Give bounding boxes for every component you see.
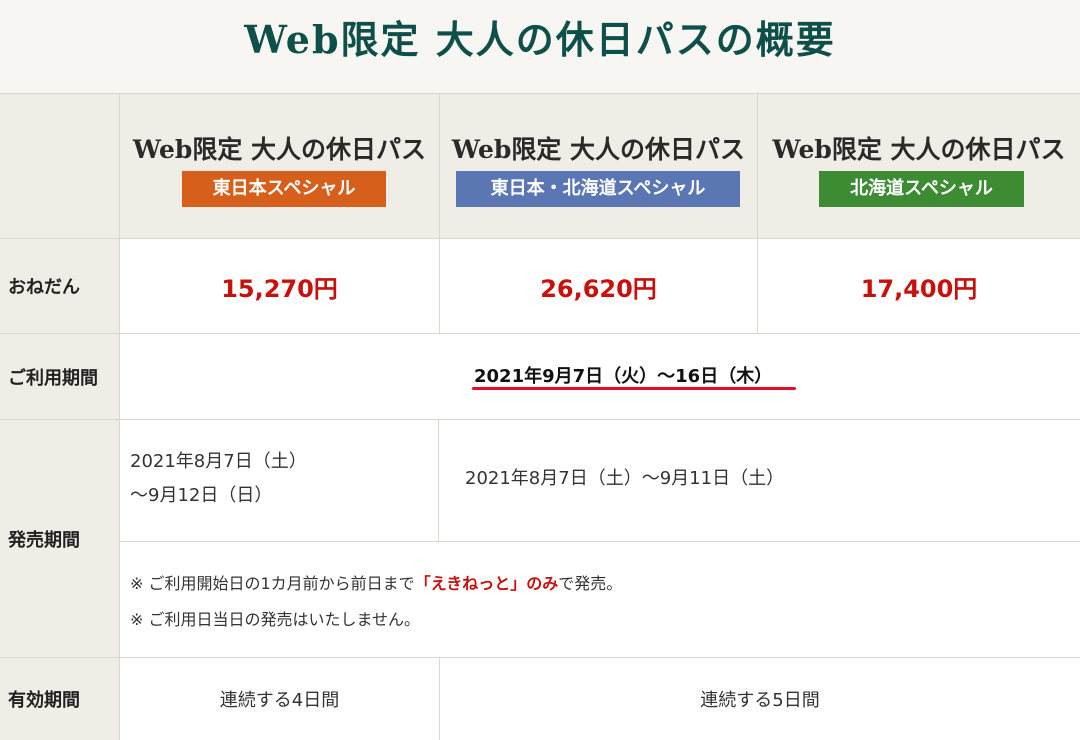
plan-name: Web限定 大人の休日パス xyxy=(451,135,746,164)
sales-period-others: 2021年8月7日（土）～9月11日（土） xyxy=(465,468,785,489)
row-head-usage-period: ご利用期間 xyxy=(0,334,120,420)
page-title: Web限定 大人の休日パスの概要 xyxy=(244,17,836,62)
plan-header-hokkaido: Web限定 大人の休日パス xyxy=(758,93,1080,239)
row-head-valid-period: 有効期間 xyxy=(0,658,120,740)
badge-hokkaido-special: 北海道スペシャル xyxy=(819,171,1024,207)
plan-header-east: Web限定 大人の休日パス xyxy=(120,93,440,239)
note-suffix: で発売。 xyxy=(558,574,623,593)
row-head-sales-period: 発売期間 xyxy=(0,420,120,658)
usage-period-underline xyxy=(472,387,796,390)
valid-period-east: 連続する4日間 xyxy=(120,658,440,740)
badge-east-special: 東日本スペシャル xyxy=(182,171,386,207)
price-east-hokkaido: 26,620円 xyxy=(440,239,758,334)
usage-period-value: 2021年9月7日（火）～16日（木） xyxy=(474,366,773,387)
plan-name: Web限定 大人の休日パス xyxy=(132,135,427,164)
price-east: 15,270円 xyxy=(120,239,440,334)
price-hokkaido: 17,400円 xyxy=(758,239,1080,334)
table-corner xyxy=(0,93,120,239)
plan-name: Web限定 大人の休日パス xyxy=(772,135,1066,164)
sales-notes-cell xyxy=(120,542,1080,658)
note-prefix: ※ ご利用開始日の1カ月前から前日まで xyxy=(130,574,415,593)
row-head-price: おねだん xyxy=(0,239,120,334)
title-bar: Web限定 大人の休日パスの概要 xyxy=(0,0,1080,93)
badge-east-hokkaido-special: 東日本・北海道スペシャル xyxy=(456,171,740,207)
eki-net-highlight: 「えきねっと」のみ xyxy=(414,574,559,593)
sales-period-east-line1: 2021年8月7日（土） xyxy=(130,451,307,472)
plan-header-east-hokkaido: Web限定 大人の休日パス xyxy=(440,93,758,239)
sales-note-2: ※ ご利用日当日の発売はいたしません。 xyxy=(130,610,421,629)
sales-note-1: ※ ご利用開始日の1カ月前から前日まで「えきねっと」のみで発売。 xyxy=(130,570,622,594)
valid-period-others: 連続する5日間 xyxy=(700,690,820,711)
sales-period-east-line2: ～9月12日（日） xyxy=(130,485,273,506)
